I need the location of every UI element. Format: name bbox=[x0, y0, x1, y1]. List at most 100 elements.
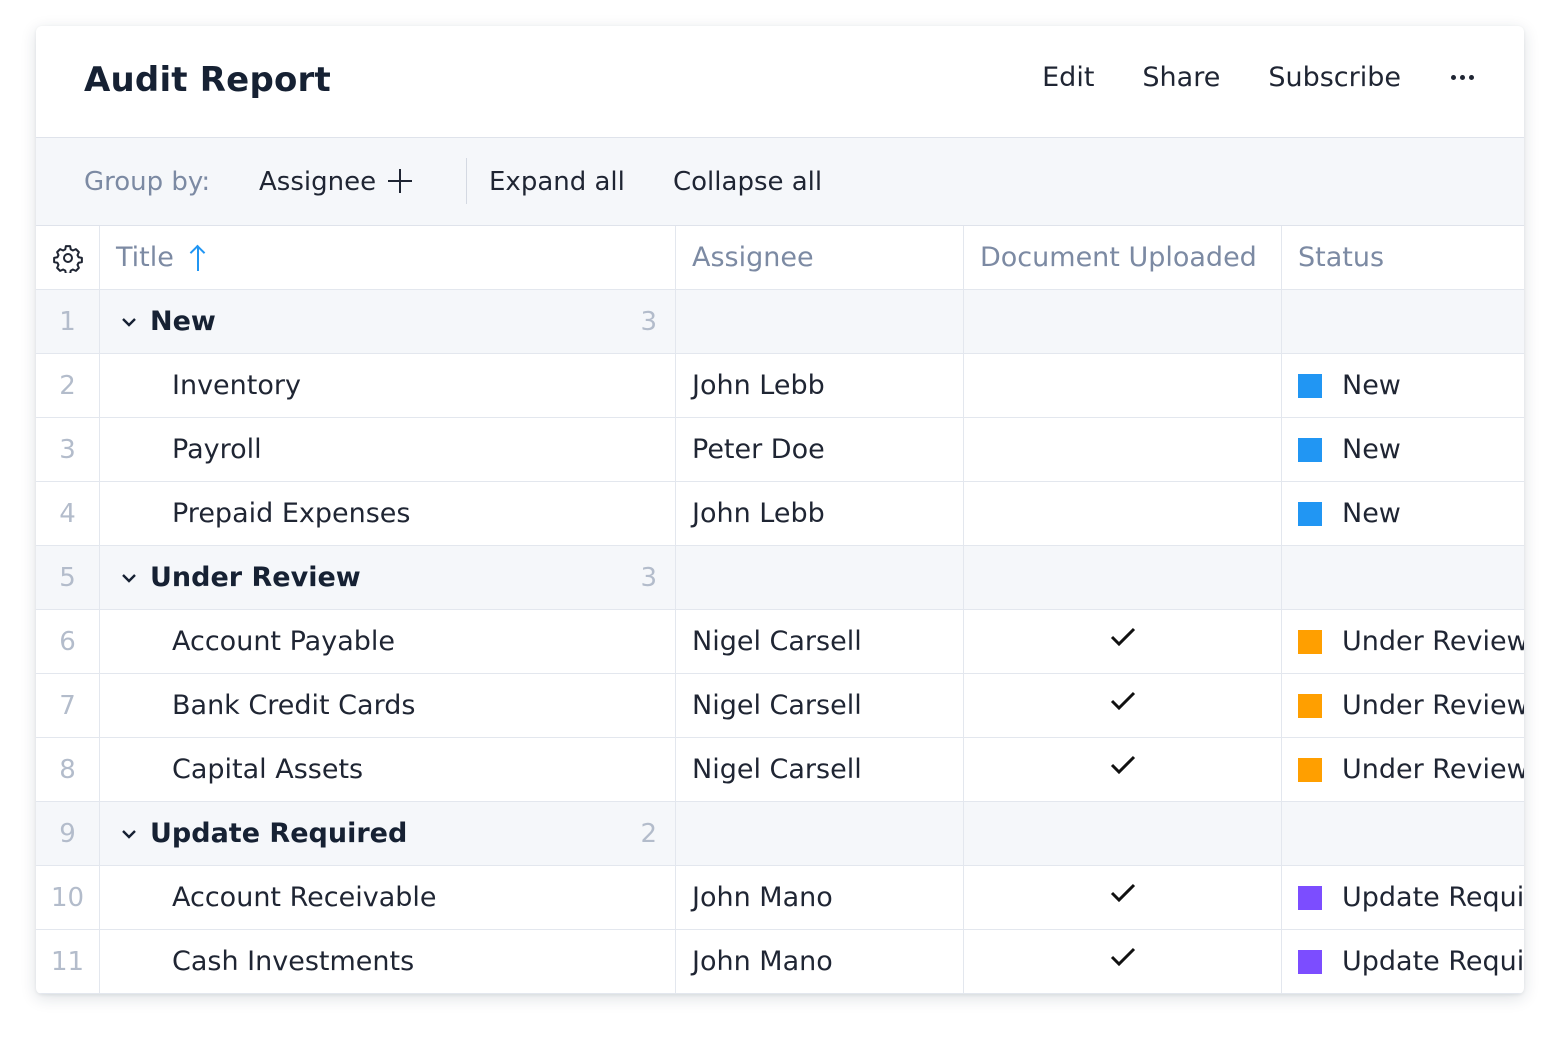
group-by-assignee-chip[interactable]: Assignee bbox=[259, 167, 376, 197]
status-color-swatch bbox=[1298, 693, 1322, 718]
chevron-down-icon[interactable] bbox=[120, 569, 138, 587]
document-uploaded-cell[interactable] bbox=[964, 866, 1282, 929]
table-row[interactable]: 8 Capital Assets Nigel Carsell Under Review bbox=[36, 738, 1524, 802]
item-title: Capital Assets bbox=[172, 754, 364, 785]
more-horizontal-icon[interactable] bbox=[1451, 63, 1474, 93]
assignee-cell bbox=[676, 546, 964, 609]
gear-icon[interactable] bbox=[52, 243, 83, 273]
assignee-cell[interactable]: John Lebb bbox=[676, 482, 964, 545]
item-title: Bank Credit Cards bbox=[172, 690, 416, 721]
document-uploaded-cell[interactable] bbox=[964, 610, 1282, 673]
title-cell[interactable]: Cash Investments bbox=[100, 930, 676, 993]
column-settings-cell[interactable] bbox=[36, 226, 100, 289]
toolbar-divider bbox=[466, 158, 467, 204]
row-number: 6 bbox=[36, 610, 100, 673]
assignee-name: John Lebb bbox=[692, 498, 825, 529]
group-title-cell: New 3 bbox=[100, 290, 676, 353]
item-title: Account Receivable bbox=[172, 882, 437, 913]
status-cell[interactable]: Update Required bbox=[1282, 866, 1524, 929]
header-actions: Edit Share Subscribe bbox=[994, 62, 1474, 93]
assignee-cell[interactable]: Nigel Carsell bbox=[676, 610, 964, 673]
status-cell[interactable]: Under Review bbox=[1282, 674, 1524, 737]
status-color-swatch bbox=[1298, 629, 1322, 654]
group-row[interactable]: 5 Under Review 3 bbox=[36, 546, 1524, 610]
chevron-down-icon[interactable] bbox=[120, 313, 138, 331]
status-cell[interactable]: Under Review bbox=[1282, 610, 1524, 673]
table-row[interactable]: 3 Payroll Peter Doe New bbox=[36, 418, 1524, 482]
assignee-cell bbox=[676, 290, 964, 353]
document-uploaded-cell[interactable] bbox=[964, 738, 1282, 801]
group-count: 3 bbox=[640, 562, 657, 593]
assignee-name: Nigel Carsell bbox=[692, 626, 862, 657]
status-color-swatch bbox=[1298, 437, 1322, 462]
title-cell[interactable]: Account Receivable bbox=[100, 866, 676, 929]
assignee-cell[interactable]: John Mano bbox=[676, 930, 964, 993]
group-title-cell: Update Required 2 bbox=[100, 802, 676, 865]
table-row[interactable]: 2 Inventory John Lebb New bbox=[36, 354, 1524, 418]
chevron-down-icon[interactable] bbox=[120, 825, 138, 843]
audit-table: Title Assignee Document Uploaded Status … bbox=[36, 226, 1524, 994]
item-title: Payroll bbox=[172, 434, 262, 465]
status-color-swatch bbox=[1298, 501, 1322, 526]
group-count: 2 bbox=[640, 818, 657, 849]
title-cell[interactable]: Payroll bbox=[100, 418, 676, 481]
document-uploaded-cell[interactable] bbox=[964, 354, 1282, 417]
share-button[interactable]: Share bbox=[1142, 62, 1220, 93]
subscribe-button[interactable]: Subscribe bbox=[1268, 62, 1401, 93]
assignee-cell[interactable]: Nigel Carsell bbox=[676, 674, 964, 737]
group-header[interactable]: Under Review 3 bbox=[100, 546, 675, 609]
row-number: 5 bbox=[36, 546, 100, 609]
status-cell[interactable]: New bbox=[1282, 482, 1524, 545]
table-row[interactable]: 6 Account Payable Nigel Carsell Under Revie… bbox=[36, 610, 1524, 674]
status-cell[interactable]: Under Review bbox=[1282, 738, 1524, 801]
column-header-assignee[interactable]: Assignee bbox=[676, 226, 964, 289]
group-row[interactable]: 1 New 3 bbox=[36, 290, 1524, 354]
column-header-document-uploaded[interactable]: Document Uploaded bbox=[964, 226, 1282, 289]
plus-icon[interactable] bbox=[388, 169, 412, 193]
status-color-swatch bbox=[1298, 885, 1322, 910]
grouping-toolbar: Group by: Assignee Expand all Collapse a… bbox=[36, 138, 1524, 226]
group-header[interactable]: New 3 bbox=[100, 290, 675, 353]
assignee-cell[interactable]: Nigel Carsell bbox=[676, 738, 964, 801]
row-number: 7 bbox=[36, 674, 100, 737]
item-title: Account Payable bbox=[172, 626, 395, 657]
title-cell[interactable]: Prepaid Expenses bbox=[100, 482, 676, 545]
status-color-swatch bbox=[1298, 949, 1322, 974]
row-number: 9 bbox=[36, 802, 100, 865]
column-header-status[interactable]: Status bbox=[1282, 226, 1524, 289]
document-uploaded-cell[interactable] bbox=[964, 418, 1282, 481]
document-uploaded-cell[interactable] bbox=[964, 482, 1282, 545]
status-cell[interactable]: Update Required bbox=[1282, 930, 1524, 993]
document-uploaded-cell[interactable] bbox=[964, 674, 1282, 737]
table-row[interactable]: 10 Account Receivable John Mano Update Requ… bbox=[36, 866, 1524, 930]
status-cell bbox=[1282, 802, 1524, 865]
document-uploaded-cell[interactable] bbox=[964, 930, 1282, 993]
expand-all-button[interactable]: Expand all bbox=[489, 167, 625, 197]
assignee-cell[interactable]: John Mano bbox=[676, 866, 964, 929]
assignee-cell[interactable]: John Lebb bbox=[676, 354, 964, 417]
assignee-cell bbox=[676, 802, 964, 865]
status-cell[interactable]: New bbox=[1282, 418, 1524, 481]
status-badge: New bbox=[1342, 370, 1401, 401]
assignee-cell[interactable]: Peter Doe bbox=[676, 418, 964, 481]
title-cell[interactable]: Inventory bbox=[100, 354, 676, 417]
title-cell[interactable]: Capital Assets bbox=[100, 738, 676, 801]
sort-ascending-icon[interactable] bbox=[188, 243, 208, 273]
document-uploaded-cell bbox=[964, 802, 1282, 865]
group-row[interactable]: 9 Update Required 2 bbox=[36, 802, 1524, 866]
title-cell[interactable]: Bank Credit Cards bbox=[100, 674, 676, 737]
title-cell[interactable]: Account Payable bbox=[100, 610, 676, 673]
table-row[interactable]: 11 Cash Investments John Mano Update Requir… bbox=[36, 930, 1524, 994]
status-cell[interactable]: New bbox=[1282, 354, 1524, 417]
group-count: 3 bbox=[640, 306, 657, 337]
table-row[interactable]: 4 Prepaid Expenses John Lebb New bbox=[36, 482, 1524, 546]
status-badge: Update Required bbox=[1342, 946, 1524, 977]
edit-button[interactable]: Edit bbox=[1042, 62, 1094, 93]
assignee-name: John Mano bbox=[692, 882, 833, 913]
assignee-name: Nigel Carsell bbox=[692, 754, 862, 785]
column-header-title[interactable]: Title bbox=[100, 226, 676, 289]
collapse-all-button[interactable]: Collapse all bbox=[673, 167, 822, 197]
checkmark-icon bbox=[1110, 755, 1135, 774]
group-header[interactable]: Update Required 2 bbox=[100, 802, 675, 865]
table-row[interactable]: 7 Bank Credit Cards Nigel Carsell Under Rev… bbox=[36, 674, 1524, 738]
